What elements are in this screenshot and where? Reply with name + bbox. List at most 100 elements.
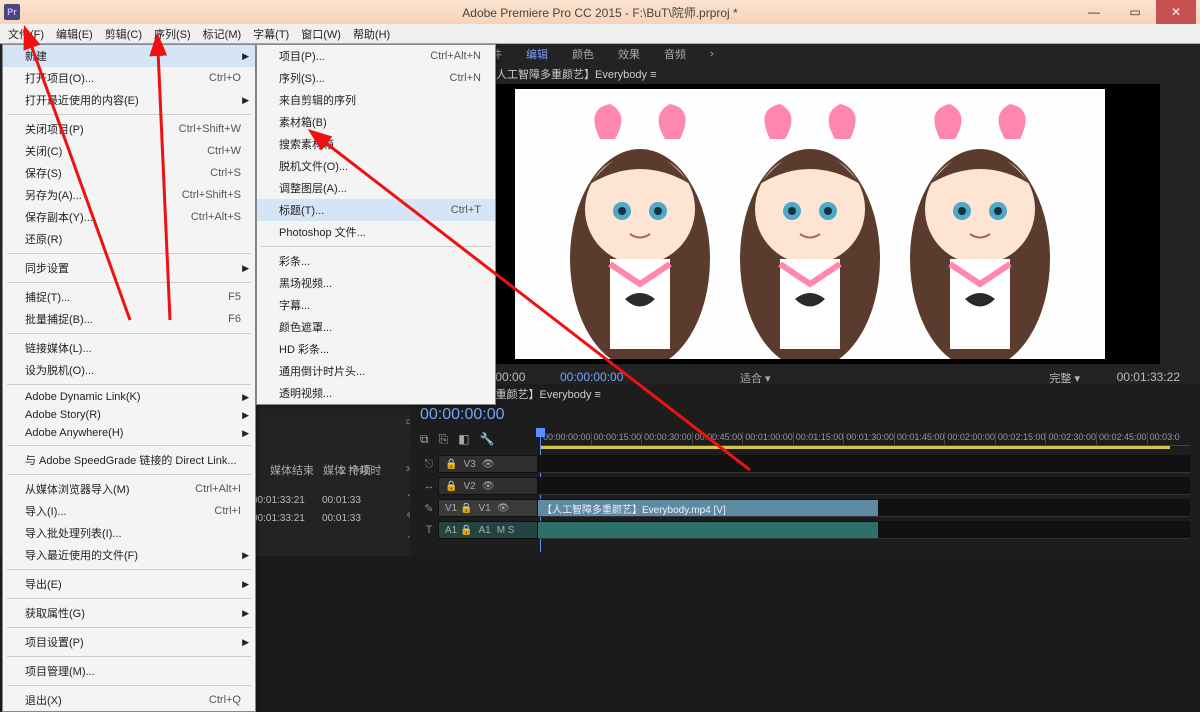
menu-item[interactable]: 项目设置(P)▶ [3, 631, 255, 653]
ruler-tick: 00:03:0 [1147, 432, 1190, 445]
track-header-a1[interactable]: A1 🔒A1M S [438, 521, 538, 539]
menu-item[interactable]: 打开最近使用的内容(E)▶ [3, 89, 255, 111]
program-monitor[interactable] [460, 84, 1160, 364]
menu-item[interactable]: 脱机文件(O)... [257, 155, 495, 177]
marker-icon[interactable]: ◧ [458, 432, 469, 447]
menu-item[interactable]: 导入(I)...Ctrl+I [3, 500, 255, 522]
close-button[interactable]: ✕ [1156, 0, 1196, 24]
menu-item[interactable]: 同步设置▶ [3, 257, 255, 279]
snap-icon[interactable]: ⧉ [420, 432, 429, 447]
menu-item[interactable]: 标题(T)...Ctrl+T [257, 199, 495, 221]
menu-0[interactable]: 文件(F) [2, 24, 50, 44]
ruler-tick: 00:00:15:00 [591, 432, 642, 445]
menu-item[interactable]: 通用倒计时片头... [257, 360, 495, 382]
workspace-tab[interactable]: 编辑 [516, 44, 558, 64]
video-clip[interactable]: 【人工智障多重颜艺】Everybody.mp4 [V] [538, 500, 878, 516]
track-header-v2[interactable]: 🔒V2👁 [438, 477, 538, 495]
menu-4[interactable]: 标记(M) [197, 24, 248, 44]
menu-item[interactable]: 保存(S)Ctrl+S [3, 162, 255, 184]
program-tc-current[interactable]: 00:00:00:00 [560, 370, 623, 384]
ruler-tick: 00:00:00:00 [540, 432, 591, 445]
menu-5[interactable]: 字幕(T) [247, 24, 295, 44]
menu-item[interactable]: 还原(R) [3, 228, 255, 250]
track-lane[interactable] [538, 521, 1190, 539]
menu-item[interactable]: 关闭(C)Ctrl+W [3, 140, 255, 162]
menu-item[interactable]: 来自剪辑的序列 [257, 89, 495, 111]
menu-item[interactable]: HD 彩条... [257, 338, 495, 360]
menu-item[interactable]: 调整图层(A)... [257, 177, 495, 199]
menu-item[interactable]: 搜索素材箱 [257, 133, 495, 155]
title-bar: Pr Adobe Premiere Pro CC 2015 - F:\BuT\院… [0, 0, 1200, 24]
menu-item[interactable]: 素材箱(B) [257, 111, 495, 133]
menu-item[interactable]: 与 Adobe SpeedGrade 链接的 Direct Link... [3, 449, 255, 471]
menu-7[interactable]: 帮助(H) [347, 24, 396, 44]
menu-item[interactable]: Photoshop 文件... [257, 221, 495, 243]
audio-clip[interactable] [538, 522, 878, 538]
menu-item[interactable]: 新建▶ [3, 45, 255, 67]
menu-item[interactable]: Adobe Anywhere(H)▶ [3, 424, 255, 442]
menu-item[interactable]: Adobe Story(R)▶ [3, 406, 255, 424]
ruler-tick: 00:01:00:00 [742, 432, 793, 445]
menu-item[interactable]: 保存副本(Y)...Ctrl+Alt+S [3, 206, 255, 228]
menu-item[interactable]: 导入批处理列表(I)... [3, 522, 255, 544]
menu-item[interactable]: 透明视频... [257, 382, 495, 404]
ruler-tick: 00:02:15:00 [995, 432, 1046, 445]
menu-item[interactable]: 彩条... [257, 250, 495, 272]
track-tool[interactable]: ✎ [420, 502, 438, 515]
menu-item[interactable]: 另存为(A)...Ctrl+Shift+S [3, 184, 255, 206]
ruler-tick: 00:02:30:00 [1045, 432, 1096, 445]
workspace-tabs: 组件编辑颜色效果音频› [470, 44, 724, 64]
menu-item[interactable]: 从媒体浏览器导入(M)Ctrl+Alt+I [3, 478, 255, 500]
menu-bar: 文件(F)编辑(E)剪辑(C)序列(S)标记(M)字幕(T)窗口(W)帮助(H) [0, 24, 1200, 44]
menu-6[interactable]: 窗口(W) [295, 24, 347, 44]
ruler-tick: 00:01:30:00 [843, 432, 894, 445]
track-header-v1[interactable]: V1 🔒V1👁 [438, 499, 538, 517]
timeline-tc[interactable]: 00:00:00:00 [420, 406, 505, 424]
ruler-tick: 00:01:15:00 [793, 432, 844, 445]
menu-1[interactable]: 编辑(E) [50, 24, 99, 44]
ruler-tick: 00:00:45:00 [692, 432, 743, 445]
track-lane[interactable]: 【人工智障多重颜艺】Everybody.mp4 [V] [538, 499, 1190, 517]
menu-3[interactable]: 序列(S) [148, 24, 197, 44]
menu-item[interactable]: Adobe Dynamic Link(K)▶ [3, 388, 255, 406]
menu-item[interactable]: 链接媒体(L)... [3, 337, 255, 359]
track-tool[interactable]: T [420, 524, 438, 536]
workspace-tab[interactable]: 效果 [608, 44, 650, 64]
menu-item[interactable]: 项目(P)...Ctrl+Alt+N [257, 45, 495, 67]
track-lane[interactable] [538, 455, 1190, 473]
menu-item[interactable]: 导出(E)▶ [3, 573, 255, 595]
menu-item[interactable]: 捕捉(T)...F5 [3, 286, 255, 308]
track-tool[interactable]: ↔ [420, 480, 438, 492]
timeline-ruler[interactable]: 00:00:00:0000:00:15:0000:00:30:0000:00:4… [540, 432, 1190, 446]
menu-item[interactable]: 项目管理(M)... [3, 660, 255, 682]
menu-item[interactable]: 序列(S)...Ctrl+N [257, 67, 495, 89]
ruler-tick: 00:01:45:00 [894, 432, 945, 445]
track-header-v3[interactable]: 🔒V3👁 [438, 455, 538, 473]
menu-item[interactable]: 获取属性(G)▶ [3, 602, 255, 624]
menu-item[interactable]: 批量捕捉(B)...F6 [3, 308, 255, 330]
workspace-tab[interactable]: 颜色 [562, 44, 604, 64]
file-menu[interactable]: 新建▶打开项目(O)...Ctrl+O打开最近使用的内容(E)▶ 关闭项目(P)C… [2, 44, 256, 712]
wrench-icon[interactable]: 🔧 [480, 432, 495, 447]
menu-item[interactable]: 颜色遮罩... [257, 316, 495, 338]
track-lane[interactable] [538, 477, 1190, 495]
minimize-button[interactable]: — [1074, 0, 1114, 24]
menu-item[interactable]: 黑场视频... [257, 272, 495, 294]
ruler-tick: 00:00:30:00 [641, 432, 692, 445]
more-tabs[interactable]: › [700, 46, 724, 62]
file-new-submenu[interactable]: 项目(P)...Ctrl+Alt+N序列(S)...Ctrl+N来自剪辑的序列素… [256, 44, 496, 405]
link-icon[interactable]: ⎘ [439, 432, 449, 447]
menu-item[interactable]: 设为脱机(O)... [3, 359, 255, 381]
app-logo: Pr [4, 4, 20, 20]
program-tc-duration: 00:01:33:22 [1117, 370, 1180, 384]
menu-item[interactable]: 退出(X)Ctrl+Q [3, 689, 255, 711]
maximize-button[interactable]: ▭ [1115, 0, 1155, 24]
workspace-tab[interactable]: 音频 [654, 44, 696, 64]
work-area-bar[interactable] [540, 446, 1170, 449]
menu-item[interactable]: 打开项目(O)...Ctrl+O [3, 67, 255, 89]
menu-2[interactable]: 剪辑(C) [99, 24, 148, 44]
menu-item[interactable]: 字幕... [257, 294, 495, 316]
menu-item[interactable]: 关闭项目(P)Ctrl+Shift+W [3, 118, 255, 140]
track-tool[interactable]: ⎋ [420, 458, 438, 471]
menu-item[interactable]: 导入最近使用的文件(F)▶ [3, 544, 255, 566]
